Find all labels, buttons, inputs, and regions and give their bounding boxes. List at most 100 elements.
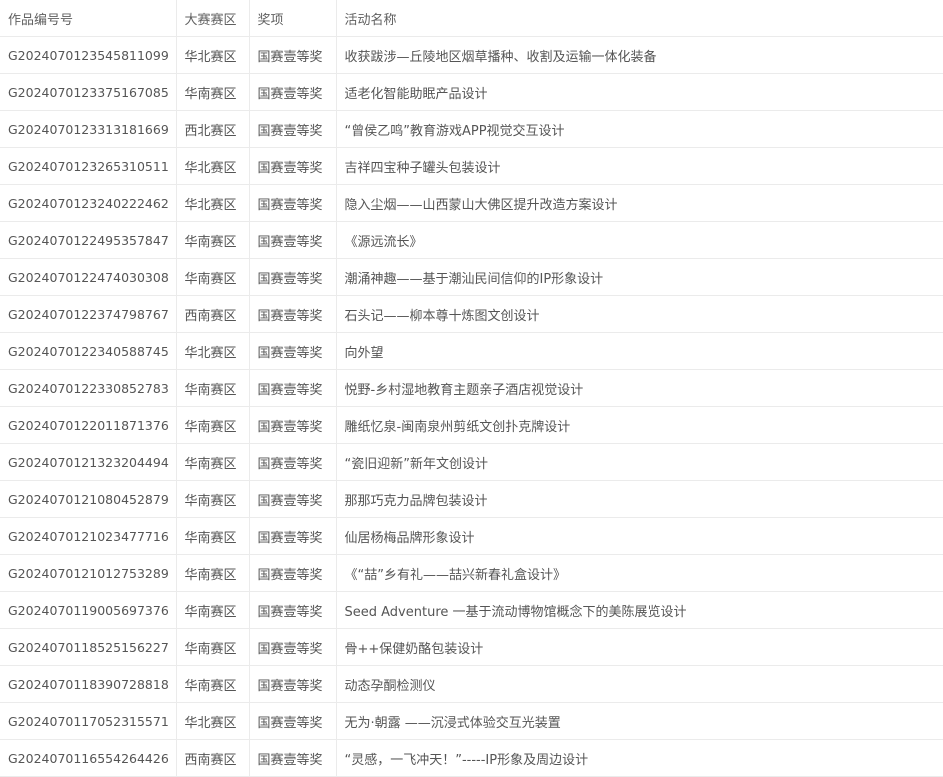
cell-work-id: G2024070116554264426	[0, 739, 177, 777]
table-row: G2024070118390728818 华南赛区 国赛壹等奖 动态孕酮检测仪	[0, 665, 943, 703]
table-header: 作品编号号 大赛赛区 奖项 活动名称	[0, 0, 943, 37]
cell-region: 华南赛区	[175, 406, 250, 444]
table-row: G2024070122474030308 华南赛区 国赛壹等奖 潮涌神趣——基于潮汕民…	[0, 258, 943, 296]
table-row: G2024070119005697376 华南赛区 国赛壹等奖 Seed Advent…	[0, 591, 943, 629]
cell-region: 华南赛区	[175, 517, 250, 555]
cell-activity-name: 骨++保健奶酪包装设计	[335, 628, 943, 666]
cell-work-id: G2024070122474030308	[0, 258, 177, 296]
table-row: G2024070121023477716 华南赛区 国赛壹等奖 仙居杨梅品牌形象设计	[0, 517, 943, 555]
cell-award: 国赛壹等奖	[248, 517, 337, 555]
cell-work-id: G2024070121023477716	[0, 517, 177, 555]
cell-region: 华南赛区	[175, 443, 250, 481]
table-body: G2024070123545811099 华北赛区 国赛壹等奖 收获跋涉—丘陵地区烟草…	[0, 36, 943, 777]
table-row: G2024070122374798767 西南赛区 国赛壹等奖 石头记——柳本尊十炼图…	[0, 295, 943, 333]
table-row: G2024070121012753289 华南赛区 国赛壹等奖 《“喆”乡有礼——喆兴…	[0, 554, 943, 592]
table-row: G2024070123313181669 西北赛区 国赛壹等奖 “曾侯乙鸣”教育游戏A…	[0, 110, 943, 148]
cell-activity-name: 适老化智能助眠产品设计	[335, 73, 943, 111]
cell-award: 国赛壹等奖	[248, 480, 337, 518]
cell-region: 华南赛区	[175, 628, 250, 666]
cell-activity-name: 雕纸忆泉-闽南泉州剪纸文创扑克牌设计	[335, 406, 943, 444]
cell-award: 国赛壹等奖	[248, 221, 337, 259]
cell-award: 国赛壹等奖	[248, 295, 337, 333]
cell-work-id: G2024070122340588745	[0, 332, 177, 370]
cell-region: 华南赛区	[175, 369, 250, 407]
cell-activity-name: “灵感，一飞冲天！”-----IP形象及周边设计	[335, 739, 943, 777]
cell-work-id: G2024070123375167085	[0, 73, 177, 111]
cell-award: 国赛壹等奖	[248, 443, 337, 481]
cell-activity-name: 仙居杨梅品牌形象设计	[335, 517, 943, 555]
cell-award: 国赛壹等奖	[248, 73, 337, 111]
cell-award: 国赛壹等奖	[248, 665, 337, 703]
cell-activity-name: Seed Adventure 一基于流动博物馆概念下的美陈展览设计	[335, 591, 943, 629]
column-header-name: 活动名称	[335, 0, 943, 37]
cell-work-id: G2024070122330852783	[0, 369, 177, 407]
cell-work-id: G2024070121012753289	[0, 554, 177, 592]
column-header-region: 大赛赛区	[175, 0, 250, 37]
cell-region: 华南赛区	[175, 665, 250, 703]
cell-region: 华北赛区	[175, 332, 250, 370]
column-header-award: 奖项	[248, 0, 337, 37]
cell-activity-name: 收获跋涉—丘陵地区烟草播种、收割及运输一体化装备	[335, 36, 943, 74]
cell-region: 华北赛区	[175, 184, 250, 222]
cell-award: 国赛壹等奖	[248, 332, 337, 370]
cell-award: 国赛壹等奖	[248, 554, 337, 592]
results-table: 作品编号号 大赛赛区 奖项 活动名称 G2024070123545811099 华…	[0, 0, 943, 777]
cell-award: 国赛壹等奖	[248, 184, 337, 222]
cell-region: 华南赛区	[175, 221, 250, 259]
cell-award: 国赛壹等奖	[248, 258, 337, 296]
cell-activity-name: 潮涌神趣——基于潮汕民间信仰的IP形象设计	[335, 258, 943, 296]
cell-activity-name: 无为·朝露 ——沉浸式体验交互光装置	[335, 702, 943, 740]
cell-region: 西北赛区	[175, 110, 250, 148]
table-row: G2024070123545811099 华北赛区 国赛壹等奖 收获跋涉—丘陵地区烟草…	[0, 36, 943, 74]
cell-region: 华北赛区	[175, 36, 250, 74]
cell-activity-name: 那那巧克力品牌包装设计	[335, 480, 943, 518]
cell-region: 西南赛区	[175, 739, 250, 777]
cell-work-id: G2024070121323204494	[0, 443, 177, 481]
cell-activity-name: “瓷旧迎新”新年文创设计	[335, 443, 943, 481]
cell-work-id: G2024070119005697376	[0, 591, 177, 629]
cell-activity-name: 悦野-乡村湿地教育主题亲子酒店视觉设计	[335, 369, 943, 407]
cell-work-id: G2024070122374798767	[0, 295, 177, 333]
cell-work-id: G2024070123240222462	[0, 184, 177, 222]
cell-award: 国赛壹等奖	[248, 628, 337, 666]
table-row: G2024070121323204494 华南赛区 国赛壹等奖 “瓷旧迎新”新年文创设…	[0, 443, 943, 481]
cell-award: 国赛壹等奖	[248, 369, 337, 407]
table-row: G2024070122330852783 华南赛区 国赛壹等奖 悦野-乡村湿地教育主题…	[0, 369, 943, 407]
cell-region: 华南赛区	[175, 554, 250, 592]
cell-award: 国赛壹等奖	[248, 147, 337, 185]
cell-activity-name: 石头记——柳本尊十炼图文创设计	[335, 295, 943, 333]
cell-region: 华南赛区	[175, 480, 250, 518]
cell-work-id: G2024070123265310511	[0, 147, 177, 185]
cell-work-id: G2024070118390728818	[0, 665, 177, 703]
cell-award: 国赛壹等奖	[248, 739, 337, 777]
table-row: G2024070122011871376 华南赛区 国赛壹等奖 雕纸忆泉-闽南泉州剪纸…	[0, 406, 943, 444]
table-row: G2024070122495357847 华南赛区 国赛壹等奖 《源远流长》	[0, 221, 943, 259]
cell-region: 华北赛区	[175, 702, 250, 740]
cell-work-id: G2024070122495357847	[0, 221, 177, 259]
cell-region: 华北赛区	[175, 147, 250, 185]
table-row: G2024070118525156227 华南赛区 国赛壹等奖 骨++保健奶酪包装设计	[0, 628, 943, 666]
cell-activity-name: 吉祥四宝种子罐头包装设计	[335, 147, 943, 185]
table-header-row: 作品编号号 大赛赛区 奖项 活动名称	[0, 0, 943, 37]
table-row: G2024070123240222462 华北赛区 国赛壹等奖 隐入尘烟——山西蒙山大…	[0, 184, 943, 222]
cell-award: 国赛壹等奖	[248, 406, 337, 444]
cell-work-id: G2024070122011871376	[0, 406, 177, 444]
cell-region: 华南赛区	[175, 591, 250, 629]
cell-region: 华南赛区	[175, 258, 250, 296]
cell-region: 华南赛区	[175, 73, 250, 111]
cell-award: 国赛壹等奖	[248, 36, 337, 74]
cell-award: 国赛壹等奖	[248, 591, 337, 629]
table-row: G2024070117052315571 华北赛区 国赛壹等奖 无为·朝露 ——沉浸式…	[0, 702, 943, 740]
cell-activity-name: 动态孕酮检测仪	[335, 665, 943, 703]
cell-work-id: G2024070123313181669	[0, 110, 177, 148]
cell-activity-name: 《源远流长》	[335, 221, 943, 259]
table-row: G2024070122340588745 华北赛区 国赛壹等奖 向外望	[0, 332, 943, 370]
column-header-id: 作品编号号	[0, 0, 177, 37]
cell-work-id: G2024070117052315571	[0, 702, 177, 740]
cell-award: 国赛壹等奖	[248, 110, 337, 148]
table-row: G2024070116554264426 西南赛区 国赛壹等奖 “灵感，一飞冲天！”-…	[0, 739, 943, 777]
cell-work-id: G2024070121080452879	[0, 480, 177, 518]
table-row: G2024070123375167085 华南赛区 国赛壹等奖 适老化智能助眠产品设计	[0, 73, 943, 111]
cell-region: 西南赛区	[175, 295, 250, 333]
cell-award: 国赛壹等奖	[248, 702, 337, 740]
